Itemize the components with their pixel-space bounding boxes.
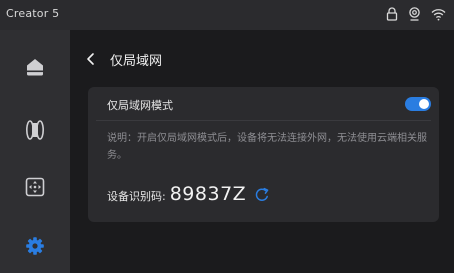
divider <box>96 120 431 121</box>
refresh-device-id-button[interactable] <box>254 187 270 207</box>
lan-mode-card: 仅局域网模式 说明：开启仅局域网模式后，设备将无法连接外网，无法使用云端相关服务… <box>88 87 439 222</box>
lan-mode-label: 仅局域网模式 <box>107 99 173 112</box>
camera-icon <box>408 7 421 21</box>
lock-icon <box>386 7 398 21</box>
sidebar-item-home[interactable] <box>0 44 70 90</box>
app-title: Creator 5 <box>6 7 60 20</box>
device-id-row: 设备识别码: 89837Z <box>107 183 246 205</box>
sidebar-item-filament[interactable] <box>0 107 70 153</box>
lan-mode-toggle[interactable] <box>405 97 431 111</box>
filament-spool-icon <box>25 119 45 141</box>
status-bar: Creator 5 <box>0 0 454 30</box>
move-control-icon <box>25 177 45 197</box>
refresh-icon <box>255 187 269 201</box>
wifi-icon <box>431 8 446 21</box>
status-icons <box>386 7 446 21</box>
device-id-label: 设备识别码: <box>107 190 166 203</box>
lan-mode-description: 说明：开启仅局域网模式后，设备将无法连接外网，无法使用云端相关服务。 <box>107 133 427 161</box>
chevron-left-icon <box>87 53 94 65</box>
sidebar-item-settings[interactable] <box>0 223 70 269</box>
settings-gear-icon <box>25 236 45 256</box>
sidebar-item-move-control[interactable] <box>0 164 70 210</box>
back-button[interactable] <box>85 51 97 69</box>
home-icon <box>25 57 45 77</box>
page-title: 仅局域网 <box>110 54 163 69</box>
device-id-value: 89837Z <box>169 183 247 205</box>
toggle-knob <box>419 99 429 109</box>
main-panel: 仅局域网 仅局域网模式 说明：开启仅局域网模式后，设备将无法连接外网，无法使用云… <box>70 30 454 273</box>
sidebar <box>0 30 70 273</box>
